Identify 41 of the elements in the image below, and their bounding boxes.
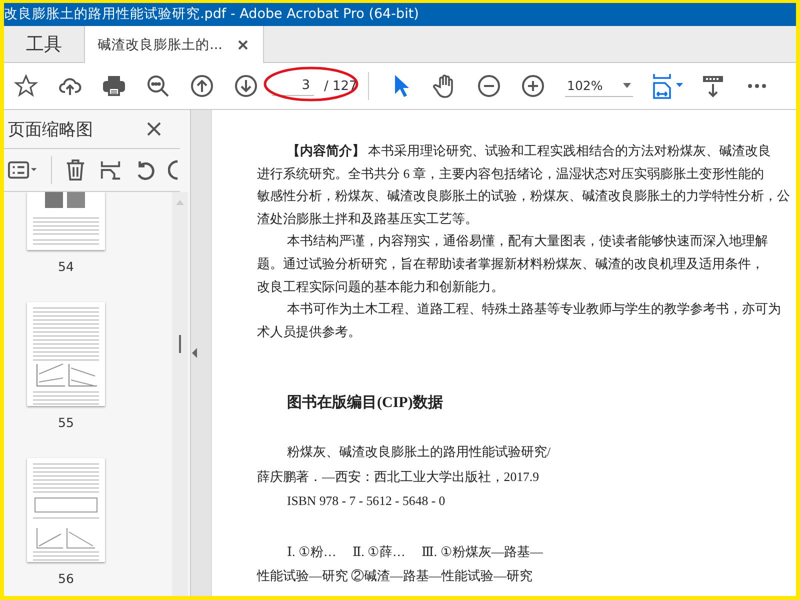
page-number: 56 <box>58 571 74 586</box>
page-total: / 127 <box>324 78 358 94</box>
close-icon[interactable] <box>236 38 250 52</box>
text-line: 改良工程实际问题的基本能力和创新能力。 <box>257 278 505 296</box>
text-line: 【内容简介】 本书采用理论研究、试验和工程实践相结合的方法对粉煤灰、碱渣改良 <box>286 142 772 160</box>
page-thumbnail[interactable] <box>27 458 105 562</box>
page-thumbnail[interactable] <box>27 192 105 250</box>
text-line: 敏感性分析，粉煤灰、碱渣改良膨胀土的试验，粉煤灰、碱渣改良膨胀土的力学特性分析，公 <box>257 188 791 206</box>
window-title: 改良膨胀土的路用性能试验研究.pdf - Adobe Acrobat Pro (64-bit) <box>4 3 796 26</box>
caret-icon[interactable] <box>623 83 631 88</box>
text-line: 本书结构严谨，内容翔实，通俗易懂，配有大量图表，使读者能够快速而深入地理解 <box>286 233 769 250</box>
text-line: ISBN 978 - 7 - 5612 - 5648 - 0 <box>286 493 446 510</box>
page-thumbnail[interactable] <box>27 302 105 406</box>
zoom-in-icon[interactable] <box>521 74 545 98</box>
arrow-down-circle-icon[interactable] <box>234 74 258 98</box>
pointer-tool-icon[interactable] <box>393 74 409 98</box>
text-line: 性能试验—研究 ②碱渣—路基—性能试验—研究 <box>257 568 534 586</box>
print-icon[interactable] <box>102 74 126 98</box>
tab[interactable]: 碱渣改良膨胀土的... <box>84 26 264 63</box>
panel-title: 页面缩略图 <box>8 118 93 140</box>
zoom-search-icon[interactable] <box>146 74 170 98</box>
scroll-mode-icon[interactable] <box>701 74 725 98</box>
section-heading: 图书在版编目(CIP)数据 <box>286 393 444 412</box>
fit-page-icon[interactable] <box>653 73 685 99</box>
star-icon[interactable] <box>14 74 38 98</box>
page-number: 55 <box>58 415 74 430</box>
text-line: 渣处治膨胀土拌和及路基压实工艺等。 <box>257 210 479 228</box>
text-line: 本书可作为土木工程、道路工程、特殊土路基等专业教师与学生的教学参考书，亦可为 <box>286 301 782 318</box>
zoom-dropdown[interactable]: 102% <box>565 75 633 97</box>
text-line: 题。通过试验分析研究，旨在帮助读者掌握新材料粉煤灰、碱渣的改良机理及适用条件， <box>257 256 765 273</box>
zoom-out-icon[interactable] <box>477 74 501 98</box>
close-icon[interactable] <box>146 121 162 137</box>
arrow-up-circle-icon[interactable] <box>190 74 214 98</box>
scrollbar[interactable] <box>172 192 188 596</box>
text-line: 薛庆鹏著．—西安：西北工业大学出版社，2017.9 <box>257 468 540 486</box>
text-line: 术人员提供参考。 <box>257 324 362 341</box>
page-number-field[interactable]: 3 <box>272 76 314 96</box>
text-line: 粉煤灰、碱渣改良膨胀土的路用性能试验研究/ <box>286 444 552 462</box>
text-line: Ⅰ. ①粉… Ⅱ. ①薛… Ⅲ. ①粉煤灰—路基— <box>286 544 544 561</box>
text-line: 进行系统研究。全书共分 6 章，主要内容包括绪论，温湿状态对压实弱膨胀土变形性能的 <box>257 166 765 183</box>
page-number: 54 <box>58 259 74 274</box>
